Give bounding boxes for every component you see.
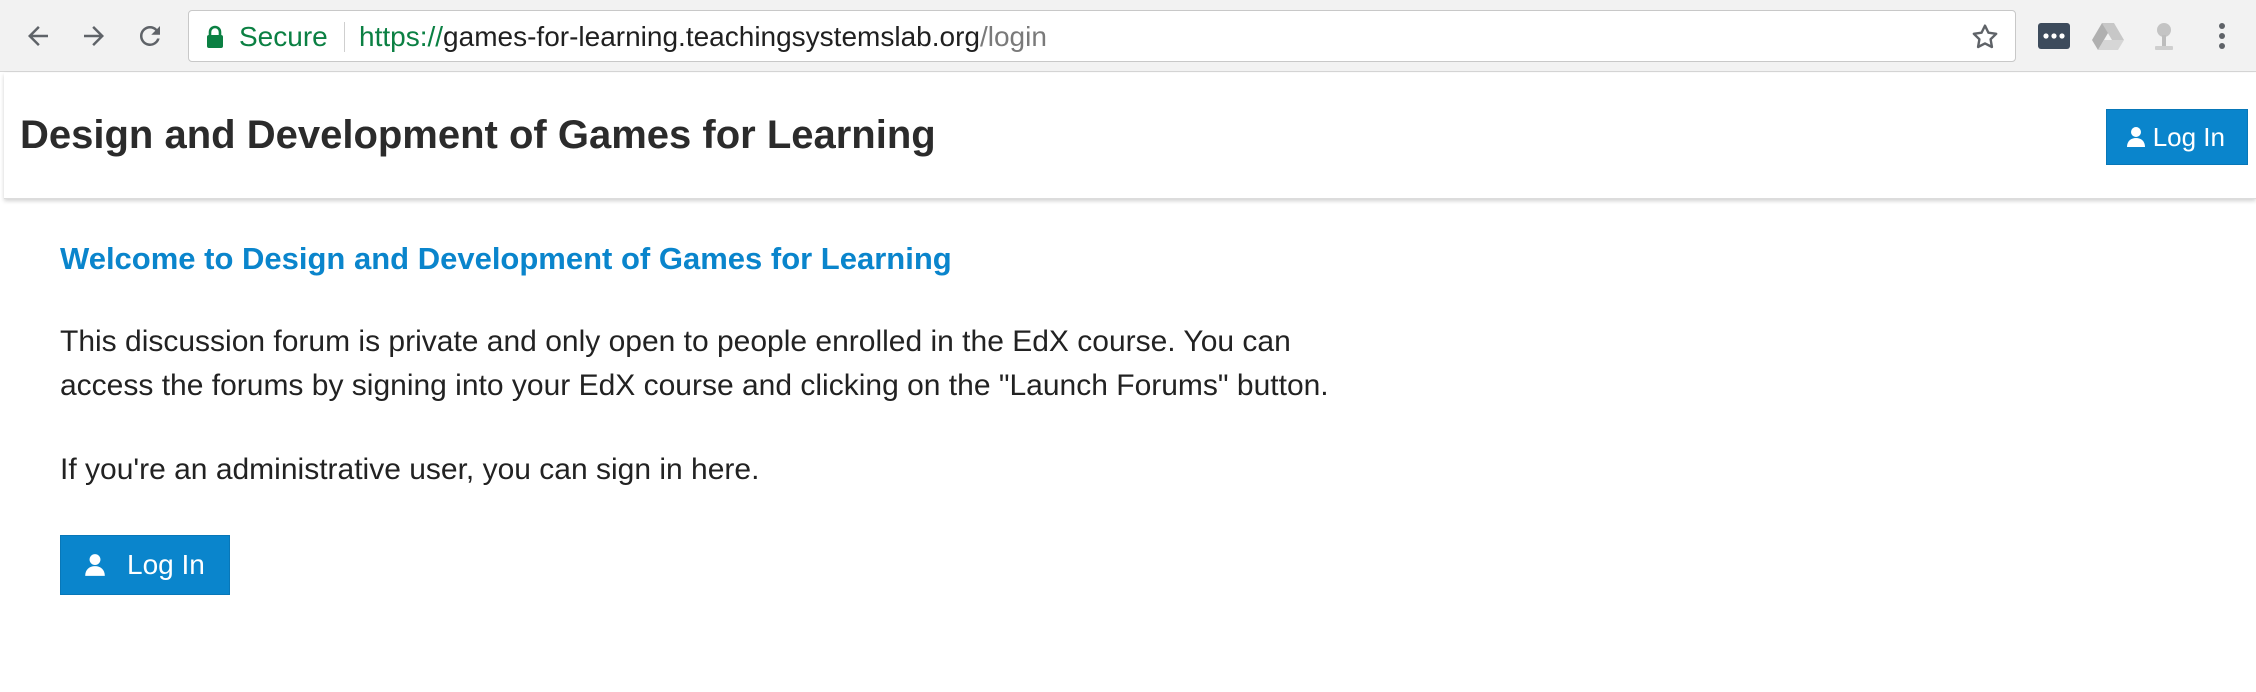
drive-icon (2092, 23, 2124, 50)
password-manager-extension[interactable] (2036, 18, 2072, 54)
address-bar[interactable]: Secure https://games-for-learning.teachi… (188, 10, 2016, 62)
star-icon[interactable] (1969, 21, 2001, 53)
other-extension[interactable] (2146, 18, 2182, 54)
url-text[interactable]: https://games-for-learning.teachingsyste… (359, 22, 1047, 52)
url-host: games-for-learning.teachingsystemslab.or… (443, 21, 980, 52)
secure-label: Secure (239, 21, 328, 52)
main-login-button[interactable]: Log In (60, 535, 230, 595)
main-login-label: Log In (127, 549, 205, 580)
header-login-label: Log In (2152, 121, 2225, 152)
url-scheme: https:// (359, 21, 444, 52)
reload-button[interactable] (128, 14, 172, 58)
menu-icon (2219, 23, 2225, 49)
url-path: /login (979, 21, 1047, 52)
browser-menu-button[interactable] (2204, 18, 2240, 54)
site-header: Design and Development of Games for Lear… (4, 73, 2256, 199)
header-login-button[interactable]: Log In (2105, 109, 2248, 165)
forward-arrow-icon (84, 26, 104, 46)
forward-button[interactable] (72, 14, 116, 58)
back-arrow-icon (28, 26, 48, 46)
browser-toolbar: Secure https://games-for-learning.teachi… (0, 0, 2256, 72)
welcome-heading: Welcome to Design and Development of Gam… (60, 241, 952, 276)
lock-icon (207, 25, 223, 48)
reload-icon (139, 25, 160, 46)
site-title[interactable]: Design and Development of Games for Lear… (20, 113, 936, 158)
admin-info-paragraph: If you're an administrative user, you ca… (60, 453, 760, 486)
forum-info-paragraph: This discussion forum is private and onl… (60, 320, 1500, 408)
back-button[interactable] (16, 14, 60, 58)
extension-icon (2155, 23, 2173, 50)
forum-info-line-1: This discussion forum is private and onl… (60, 325, 1291, 358)
drive-extension[interactable] (2090, 18, 2126, 54)
main-content: Welcome to Design and Development of Gam… (60, 240, 1560, 595)
forum-info-line-2: access the forums by signing into your E… (60, 369, 1329, 402)
omnibox-divider (344, 22, 345, 52)
user-icon (85, 554, 105, 576)
password-manager-icon (2038, 23, 2070, 49)
user-icon (2126, 127, 2145, 147)
